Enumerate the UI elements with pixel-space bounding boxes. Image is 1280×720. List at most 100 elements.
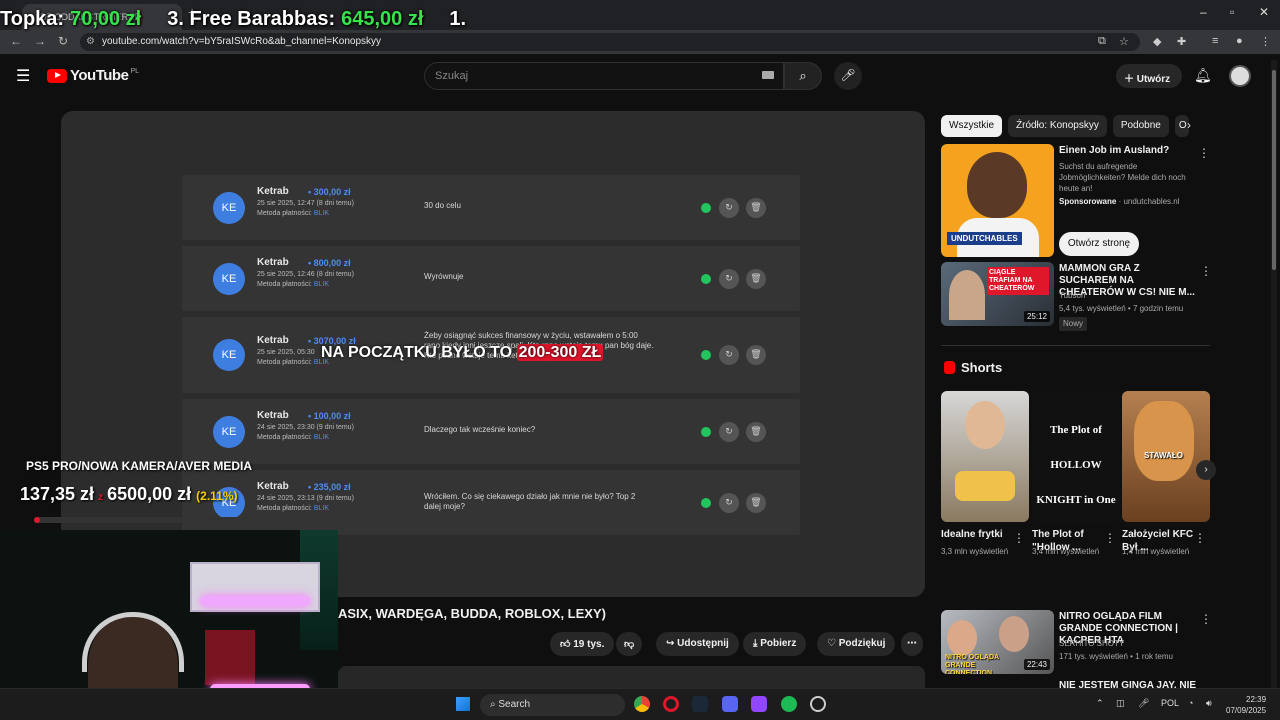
ad-title[interactable]: Einen Job im Ausland? [1059, 145, 1189, 156]
youtube-header: ☰ YouTube PL Szukaj ⌕ 🎤︎ ＋ Utwórz 🔔︎ [0, 54, 1270, 98]
discord-icon[interactable] [722, 696, 738, 712]
related-channel[interactable]: SERHITO SHOTY [1059, 638, 1209, 650]
twitch-icon[interactable] [751, 696, 767, 712]
keyboard-icon[interactable] [762, 71, 774, 79]
video-player[interactable]: KE Ketrab • 300,00 zł 25 sie 2025, 12:47… [61, 111, 925, 597]
related-channel[interactable]: Tubson [1059, 290, 1209, 302]
extension-icon[interactable]: ◆ [1153, 35, 1161, 48]
more-actions-button[interactable]: ⋯ [901, 632, 923, 656]
delete-icon: 🗑︎ [746, 422, 766, 442]
steam-icon[interactable] [692, 696, 708, 712]
caption-prefix: NA POCZĄTKU BYŁO TO [321, 344, 513, 361]
install-icon[interactable]: ⧉ [1098, 35, 1106, 48]
sidebar-icon[interactable]: ≡ [1212, 35, 1218, 47]
description-box[interactable] [338, 666, 925, 688]
short-kebab-icon[interactable]: ⋮ [1104, 531, 1116, 545]
goal-progress-bar [34, 517, 334, 523]
replay-icon: ↻ [719, 422, 739, 442]
donor-name: Ketrab [257, 335, 289, 346]
maximize-icon[interactable]: ▫ [1230, 5, 1234, 19]
shorts-heading: Shorts [944, 360, 1002, 375]
replay-icon: ↻ [719, 493, 739, 513]
bookmark-star-icon[interactable]: ☆ [1119, 35, 1129, 48]
short-thumbnail[interactable] [941, 391, 1029, 522]
download-button[interactable]: ⤓ Pobierz [743, 632, 807, 656]
volume-icon[interactable]: 🔊︎ [1206, 698, 1212, 709]
mic-icon[interactable]: 🎤︎ [1138, 698, 1149, 709]
goal-percent: (2.11%) [196, 489, 238, 503]
minimize-icon[interactable]: – [1200, 5, 1207, 19]
donation-date: 25 sie 2025, 12:47 (8 dni temu) [257, 200, 354, 207]
reload-icon[interactable]: ↻ [58, 34, 68, 48]
related-title[interactable]: NIE JESTEM GINGA JAY, NIE [1059, 680, 1199, 688]
topka-entry-3: 3. Free Barabbas: [167, 7, 336, 30]
status-dot-icon [701, 498, 711, 508]
site-info-icon[interactable]: ⚙ [86, 36, 95, 47]
close-icon[interactable]: ✕ [1259, 5, 1269, 19]
chip-source[interactable]: Źródło: Konopskyy [1008, 115, 1107, 137]
short-views: 3,4 mln wyświetleń [1032, 547, 1100, 556]
more-icon: ⋯ [907, 638, 917, 649]
related-kebab-icon[interactable]: ⋮ [1200, 612, 1212, 626]
related-kebab-icon[interactable]: ⋮ [1200, 264, 1212, 278]
menu-hamburger-icon[interactable]: ☰ [16, 66, 30, 86]
tray-chevron-up-icon[interactable]: ⌃ [1096, 698, 1104, 709]
chevron-right-icon[interactable]: › [1187, 118, 1191, 132]
short-thumbnail[interactable]: The Plot of HOLLOW KNIGHT in One Minute [1032, 391, 1120, 522]
chip-all[interactable]: Wszystkie [941, 115, 1002, 137]
topka-amount-1: 70,00 zł [70, 7, 142, 30]
status-dot-icon [701, 427, 711, 437]
create-button[interactable]: ＋ Utwórz [1116, 64, 1182, 88]
windows-start-icon[interactable] [456, 697, 470, 711]
search-placeholder: Szukaj [435, 70, 469, 82]
opera-icon[interactable] [663, 696, 679, 712]
video-caption: NA POCZĄTKU BYŁO TO 200-300 ZŁ [321, 344, 604, 362]
ad-open-button[interactable]: Otwórz stronę [1059, 232, 1139, 256]
puzzle-icon[interactable]: ✚ [1177, 35, 1186, 48]
scrollbar-thumb[interactable] [1272, 70, 1276, 270]
short-kebab-icon[interactable]: ⋮ [1013, 531, 1025, 545]
network-icon[interactable]: ◫ [1116, 698, 1125, 709]
spotify-icon[interactable] [781, 696, 797, 712]
voice-search-mic-icon[interactable]: 🎤︎ [834, 62, 862, 90]
notifications-bell-icon[interactable]: 🔔︎ [1194, 67, 1212, 84]
related-meta: 5,4 tys. wyświetleń • 7 godzin temu [1059, 304, 1184, 313]
back-icon[interactable]: ← [10, 34, 22, 48]
user-avatar[interactable] [1229, 65, 1251, 87]
related-thumbnail[interactable]: NITRO OGLĄDA GRANDE CONNECTION 22:43 [941, 610, 1054, 674]
youtube-logo[interactable]: YouTube PL [47, 67, 139, 84]
share-icon: ↪ [666, 638, 678, 649]
top-donors-overlay: Topka: 70,00 zł 3. Free Barabbas: 645,00… [0, 4, 466, 34]
video-duration: 25:12 [1023, 311, 1050, 322]
short-title[interactable]: Idealne frytki [941, 528, 1015, 541]
menu-kebab-icon[interactable]: ⋮ [1260, 35, 1271, 48]
url-text: youtube.com/watch?v=bY5raISWcRo&ab_chann… [102, 36, 382, 47]
short-kebab-icon[interactable]: ⋮ [1194, 531, 1206, 545]
thanks-button[interactable]: ♡ Podziękuj [817, 632, 896, 656]
short-thumbnail[interactable]: STAWAŁO [1122, 391, 1210, 522]
wifi-icon[interactable]: ◔ [1188, 698, 1193, 708]
share-button[interactable]: ↪ Udostępnij [656, 632, 739, 656]
taskbar-search[interactable]: ⌕ Search [480, 694, 625, 716]
related-thumbnail[interactable]: CIĄGLE TRAFIAM NA CHEATERÓW 25:12 [941, 262, 1054, 326]
donor-avatar: KE [213, 339, 245, 371]
obs-icon[interactable] [810, 696, 826, 712]
chrome-icon[interactable] [634, 696, 650, 712]
shorts-next-chevron-icon[interactable]: › [1196, 460, 1216, 480]
profile-icon[interactable]: ● [1236, 35, 1243, 47]
language-indicator[interactable]: POL [1161, 698, 1179, 708]
search-button[interactable]: ⌕ [784, 62, 822, 90]
dislike-button[interactable]: 👎︎ [616, 632, 643, 656]
forward-icon[interactable]: → [34, 34, 46, 48]
url-field[interactable]: ⚙ youtube.com/watch?v=bY5raISWcRo&ab_cha… [80, 33, 1140, 51]
chip-similar[interactable]: Podobne [1112, 115, 1169, 137]
ad-kebab-icon[interactable]: ⋮ [1198, 146, 1210, 160]
system-clock[interactable]: 22:39 07/09/2025 [1226, 694, 1266, 716]
ad-thumbnail[interactable]: UNDUTCHABLES [941, 144, 1054, 257]
like-button[interactable]: 👍︎ 19 tys. [550, 632, 615, 656]
topka-entry-1: 1. [449, 7, 467, 30]
download-label: Pobierz [760, 638, 797, 649]
payment-method: Metoda płatności: BLIK [257, 210, 330, 217]
clock-time: 22:39 [1246, 695, 1267, 704]
search-input[interactable]: Szukaj [424, 62, 784, 90]
